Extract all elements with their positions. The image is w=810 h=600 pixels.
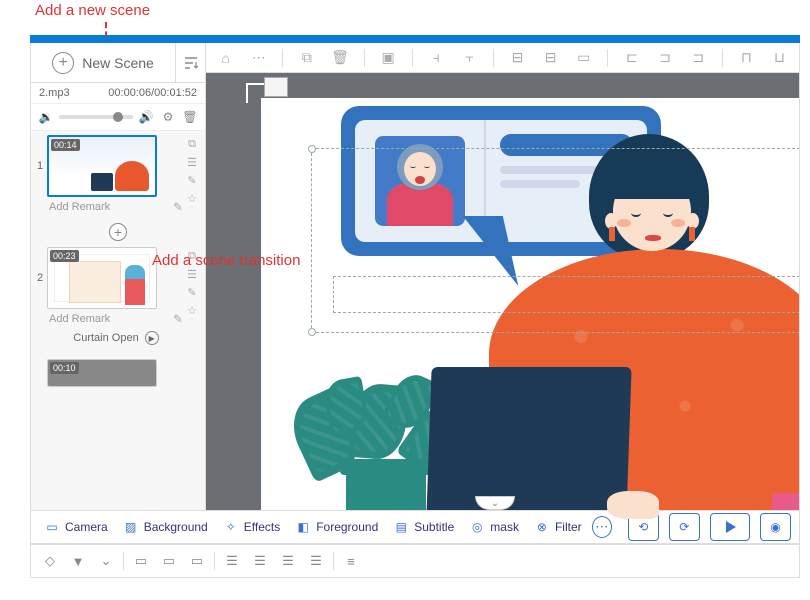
subtitle-button[interactable]: ▤Subtitle [388,518,458,536]
scene-copy-icon[interactable]: ⧉ [185,137,199,151]
annotation-new-scene: Add a new scene [35,2,150,19]
distribute-v-icon[interactable]: ⊟ [541,48,560,68]
timeline-tool-icon[interactable]: ▭ [130,550,152,572]
timeline-tool-icon[interactable]: ≡ [340,550,362,572]
plus-icon: + [52,52,74,74]
laptop-screen [426,367,631,517]
copy-icon[interactable]: ⧉ [297,48,316,68]
align-left-icon[interactable]: ⊏ [622,48,641,68]
scene-thumbnail[interactable]: 00:14 [47,135,157,197]
add-transition-row: + [31,221,205,243]
scene-star-icon[interactable]: ☆ [185,191,199,205]
main-area: + New Scene 2.mp3 00:00:06/00:01:52 🔉 🔊 … [30,43,800,540]
timeline-tool-icon[interactable]: ☰ [249,550,271,572]
scene-number: 2 [33,247,47,284]
transition-name: Curtain Open [73,332,138,344]
audio-time: 00:00:06/00:01:52 [108,87,197,99]
scene-duration: 00:23 [50,250,79,262]
edit-remark-icon[interactable]: ✎ [173,200,183,214]
dropdown-icon[interactable]: ⌄ [95,550,117,572]
transition-preview-icon[interactable]: ▶ [145,331,159,345]
volume-slider[interactable] [59,115,133,119]
canvas-top-toolbar: ⌂ ⋯ ⧉ 🗑 ▣ ⫞ ⫟ ⊟ ⊟ ▭ ⊏ ⊐ ⊐ ⊓ ⊔ [206,43,799,73]
align-right-icon[interactable]: ⊐ [689,48,708,68]
scene-action-icons: ⧉ ☰ ✎ ☆ [185,247,203,317]
more-icon[interactable]: ⋯ [249,48,268,68]
more-effects-icon[interactable]: ⋯ [592,516,612,538]
new-scene-button[interactable]: + New Scene [31,43,175,82]
background-button[interactable]: ▨Background [118,518,212,536]
record-button[interactable]: ◉ [760,513,791,541]
ruler-origin-marker [264,77,288,97]
scene-number [33,359,47,384]
audio-filename: 2.mp3 [39,87,70,99]
delete-icon[interactable]: 🗑 [330,48,349,68]
window-titlebar [30,35,800,43]
align-top-icon[interactable]: ⊓ [737,48,756,68]
align-middle-icon[interactable]: ⊔ [770,48,789,68]
selection-handle[interactable] [308,145,316,153]
home-icon[interactable]: ⌂ [216,48,235,68]
scene-thumbnail[interactable]: 00:10 [47,359,157,387]
stage[interactable] [261,98,799,529]
selection-handle[interactable] [308,328,316,336]
scene-row: 00:10 [31,355,205,391]
scene-star-icon[interactable]: ☆ [185,303,199,317]
scene-remark[interactable]: Add Remark [49,201,110,213]
scene-comment-icon[interactable]: ✎ [185,173,199,187]
add-transition-button[interactable]: + [109,223,127,241]
new-scene-label: New Scene [82,55,154,71]
audio-delete-icon[interactable]: 🗑 [181,108,199,126]
foreground-button[interactable]: ◧Foreground [290,518,382,536]
scene-number: 1 [33,135,47,172]
mask-button[interactable]: ◎mask [464,518,523,536]
timeline-tool-icon[interactable]: ☰ [221,550,243,572]
diamond-icon[interactable]: ◇ [39,550,61,572]
selection-outline-inner[interactable] [333,276,799,313]
effects-button[interactable]: ✧Effects [218,518,284,536]
timeline-tool-icon[interactable]: ☰ [277,550,299,572]
scene-action-icons: ⧉ ☰ ✎ ☆ [185,135,203,205]
group-icon[interactable]: ▣ [379,48,398,68]
audio-info-row: 2.mp3 00:00:06/00:01:52 [31,83,205,104]
align-horizontal-icon[interactable]: ⫞ [427,48,446,68]
distribute-h-icon[interactable]: ⊟ [508,48,527,68]
scene-duration: 00:14 [51,139,80,151]
scene-list: 1 00:14 Add Remark ✎ ⧉ ☰ ✎ ☆ [31,131,205,511]
sort-button[interactable] [175,43,205,82]
audio-settings-icon[interactable]: ⚙ [159,108,177,126]
audio-controls: 🔉 🔊 ⚙ 🗑 [31,104,205,131]
bottom-toolbar-main: ▭Camera ▨Background ✧Effects ◧Foreground… [30,510,800,544]
arrange-icon[interactable]: ▭ [574,48,593,68]
scene-comment-icon[interactable]: ✎ [185,285,199,299]
new-scene-row: + New Scene [31,43,205,83]
bottom-toolbar-secondary: ◇ ▼ ⌄ ▭ ▭ ▭ ☰ ☰ ☰ ☰ ≡ [30,544,800,578]
timeline-tool-icon[interactable]: ▭ [158,550,180,572]
scene-layers-icon[interactable]: ☰ [185,267,199,281]
align-vertical-icon[interactable]: ⫟ [460,48,479,68]
scene-row: 1 00:14 Add Remark ✎ ⧉ ☰ ✎ ☆ [31,131,205,221]
volume-up-icon[interactable]: 🔊 [137,108,155,126]
scene-copy-icon[interactable]: ⧉ [185,249,199,263]
scene-thumbnail[interactable]: 00:23 [47,247,157,309]
scene-row: 2 00:23 Add Remark ✎ Curtain Open ▶ [31,243,205,355]
timeline-tool-icon[interactable]: ☰ [305,550,327,572]
play-button[interactable] [710,513,750,541]
align-center-icon[interactable]: ⊐ [655,48,674,68]
timeline-tool-icon[interactable]: ▭ [186,550,208,572]
camera-button[interactable]: ▭Camera [39,518,112,536]
step-forward-button[interactable]: ⟳ [669,513,700,541]
edit-remark-icon[interactable]: ✎ [173,312,183,326]
volume-down-icon[interactable]: 🔉 [37,108,55,126]
scene-remark[interactable]: Add Remark [49,313,110,325]
filter-button[interactable]: ⊗Filter [529,518,586,536]
scene-layers-icon[interactable]: ☰ [185,155,199,169]
funnel-icon[interactable]: ▼ [67,550,89,572]
scenes-sidebar: + New Scene 2.mp3 00:00:06/00:01:52 🔉 🔊 … [31,43,206,539]
canvas-area: ⌂ ⋯ ⧉ 🗑 ▣ ⫞ ⫟ ⊟ ⊟ ▭ ⊏ ⊐ ⊐ ⊓ ⊔ [206,43,799,539]
scene-duration: 00:10 [50,362,79,374]
